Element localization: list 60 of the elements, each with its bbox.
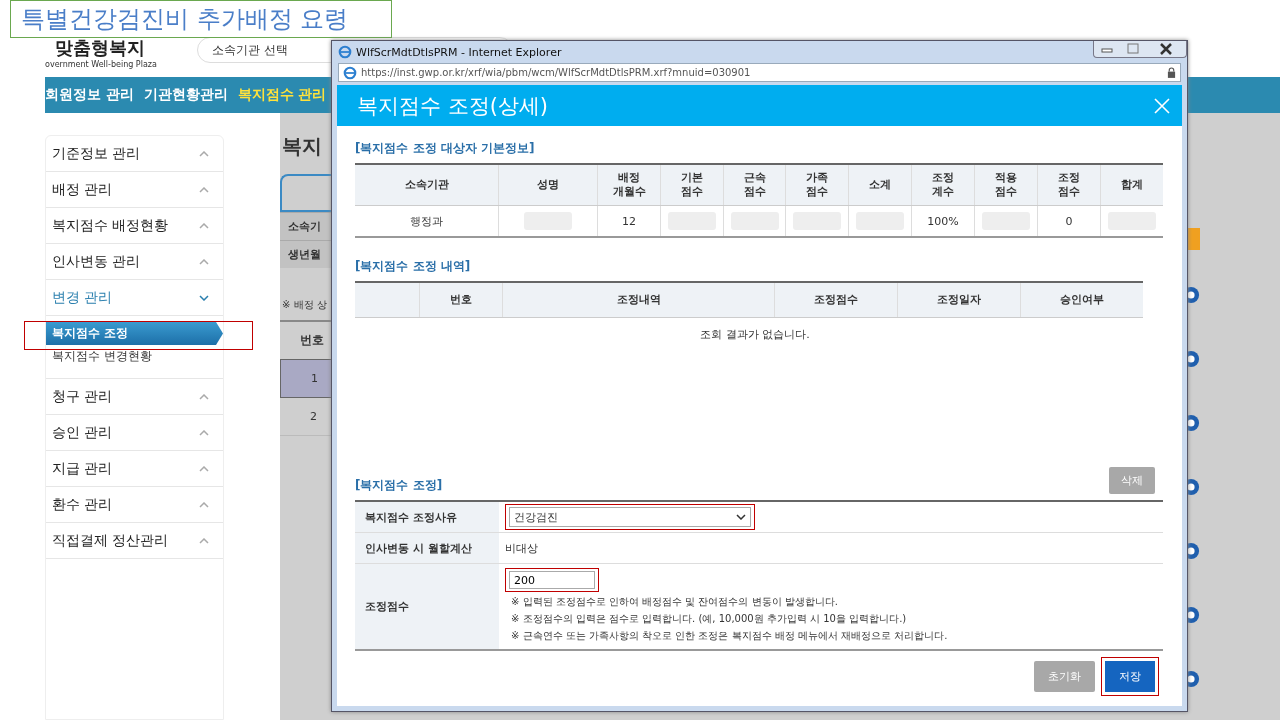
url-text: https://inst.gwp.or.kr/xrf/wia/pbm/wcm/WlfScrMdtDtlsPRM.xrf?mnuid=030901 [361, 67, 751, 78]
sidebar-item[interactable]: 직접결제 정산관리 [46, 523, 223, 559]
note-text: ※ 조정점수의 입력은 점수로 입력합니다. (예, 10,000원 추가입력 시 10을 입력합니다.) [510, 612, 907, 626]
table-cell: 100% [927, 214, 959, 228]
column-header: 승인여부 [1020, 283, 1143, 317]
column-header: 조정점수 [774, 283, 897, 317]
reason-select[interactable]: 건강검진 [509, 507, 751, 527]
sidebar-item[interactable]: 청구 관리 [46, 379, 223, 415]
column-header: 가족 점수 [785, 165, 848, 205]
score-input[interactable]: 200 [509, 571, 595, 589]
slide-title: 특별건강검진비 추가배정 요령 [10, 0, 392, 38]
section-heading: [복지점수 조정 대상자 기본정보] [355, 140, 536, 157]
submenu-item[interactable]: 복지점수 변경현황 [46, 345, 211, 368]
sidebar-item[interactable]: 배정 관리 [46, 172, 223, 208]
sidebar-item[interactable]: 지급 관리 [46, 451, 223, 487]
empty-message: 조회 결과가 없습니다. [699, 327, 811, 342]
table-cell: 행정과 [410, 213, 443, 229]
sidebar-item[interactable]: 복지점수 배정현황 [46, 208, 223, 244]
form-value: 비대상 [505, 540, 538, 556]
note-text: ※ 배정 상 [281, 298, 327, 312]
site-logo[interactable]: 맞춤형복지 [45, 36, 157, 60]
form-label: 조정점수 [355, 564, 499, 649]
sidebar-item[interactable]: 기준정보 관리 [46, 136, 223, 172]
column-header: 적용 점수 [974, 165, 1037, 205]
lock-icon [1167, 67, 1176, 78]
sidebar-item[interactable]: 환수 관리 [46, 487, 223, 523]
table-cell: 12 [622, 214, 636, 228]
sidebar-item[interactable]: 승인 관리 [46, 415, 223, 451]
window-title: WlfScrMdtDtlsPRM - Internet Explorer [356, 45, 562, 59]
column-header: 번호 [419, 283, 502, 317]
column-header: 소계 [848, 165, 911, 205]
section-heading: [복지점수 조정] [355, 477, 443, 494]
section-heading: [복지점수 조정 내역] [355, 258, 472, 275]
page-heading: 복지 [281, 133, 322, 160]
address-bar[interactable]: https://inst.gwp.or.kr/xrf/wia/pbm/wcm/WlfScrMdtDtlsPRM.xrf?mnuid=030901 [338, 63, 1181, 82]
column-header: 성명 [498, 165, 597, 205]
column-header: 배정 개월수 [597, 165, 660, 205]
note-text: ※ 근속연수 또는 가족사항의 착오로 인한 조정은 복지점수 배정 메뉴에서 재배정으로 처리합니다. [510, 629, 948, 643]
form-label: 복지점수 조정사유 [355, 502, 499, 532]
column-header: 조정 점수 [1037, 165, 1100, 205]
dialog-title: 복지점수 조정(상세) [357, 92, 549, 120]
sidebar-item[interactable]: 변경 관리 [46, 280, 223, 316]
browser-icon [343, 65, 357, 80]
column-header: 근속 점수 [723, 165, 785, 205]
column-header: 조정내역 [502, 283, 774, 317]
column-header: 소속기관 [403, 176, 450, 193]
table-cell: 0 [1065, 214, 1073, 228]
nav-item[interactable]: 회원정보 관리 [45, 86, 134, 104]
sidebar-item[interactable]: 인사변동 관리 [46, 244, 223, 280]
column-header: 합계 [1100, 165, 1163, 205]
save-button[interactable]: 저장 [1105, 661, 1155, 692]
submenu-item[interactable]: 복지점수 조정 [46, 322, 223, 345]
column-header: 조정일자 [897, 283, 1020, 317]
browser-icon [338, 45, 352, 59]
column-header: 기본 점수 [660, 165, 723, 205]
logo-subtitle: overnment Well-being Plaza [45, 60, 157, 69]
note-text: ※ 입력된 조정점수로 인하여 배정점수 및 잔여점수의 변동이 발생합니다. [510, 595, 838, 609]
nav-item[interactable]: 기관현황관리 [143, 86, 228, 104]
column-header: 조정 계수 [911, 165, 974, 205]
form-label: 인사변동 시 월할계산 [355, 533, 499, 563]
